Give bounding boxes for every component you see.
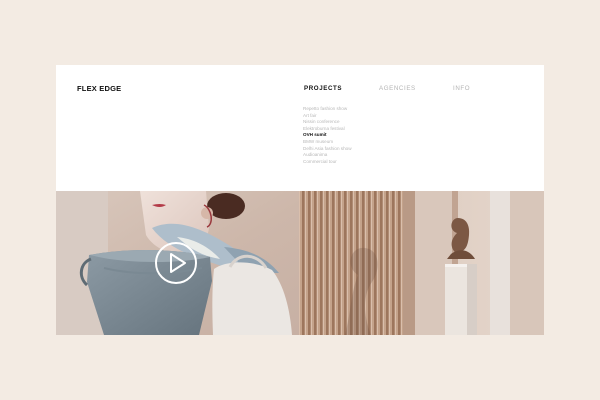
project-link[interactable]: Delhi Asia fashion show [303, 146, 352, 153]
projects-submenu: Repetto fashion show Art fair Nissin con… [303, 106, 352, 165]
project-link-active[interactable]: OVH sumit [303, 132, 352, 139]
play-button[interactable] [154, 241, 198, 285]
hero-image [56, 191, 544, 335]
project-link[interactable]: Commercial tour [303, 159, 352, 166]
project-link[interactable]: Repetto fashion show [303, 106, 352, 113]
hero-media [56, 191, 544, 335]
website-frame: FLEX EDGE PROJECTS AGENCIES INFO Repetto… [56, 65, 544, 335]
site-header: FLEX EDGE PROJECTS AGENCIES INFO Repetto… [56, 65, 544, 191]
play-icon [155, 242, 197, 284]
project-link[interactable]: Nissin conference [303, 119, 352, 126]
project-link[interactable]: Elektroburna festival [303, 126, 352, 133]
nav-info[interactable]: INFO [453, 85, 470, 92]
nav-agencies[interactable]: AGENCIES [379, 85, 416, 92]
brand-logo[interactable]: FLEX EDGE [77, 84, 121, 93]
nav-projects[interactable]: PROJECTS [304, 85, 342, 92]
project-link[interactable]: Art fair [303, 113, 352, 120]
project-link[interactable]: Audioanima [303, 152, 352, 159]
project-link[interactable]: BMW museum [303, 139, 352, 146]
